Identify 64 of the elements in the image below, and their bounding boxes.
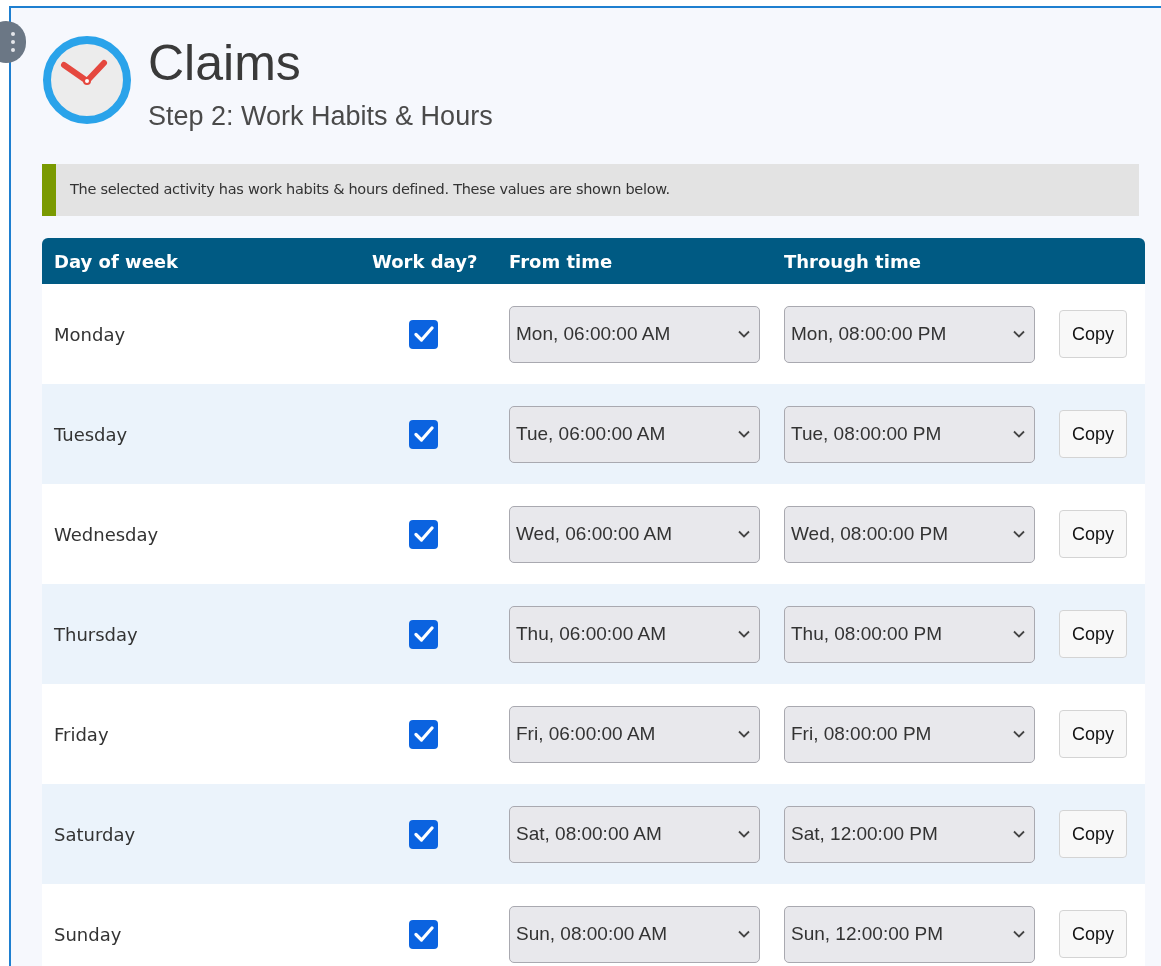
day-name: Thursday	[53, 622, 139, 647]
copy-button[interactable]: Copy	[1059, 510, 1127, 558]
info-message: The selected activity has work habits & hours defined. These values are shown below.	[70, 180, 670, 200]
time-dropdown[interactable]: Mon, 08:00:00 PM	[784, 305, 1035, 363]
chevron-down-icon	[738, 530, 750, 538]
chevron-down-icon	[1013, 330, 1025, 338]
time-dropdown[interactable]: Tue, 06:00:00 AM	[509, 405, 760, 463]
time-dropdown[interactable]: Wed, 08:00:00 PM	[784, 505, 1035, 563]
checkmark-icon	[413, 326, 434, 342]
copy-button[interactable]: Copy	[1059, 610, 1127, 658]
column-header: Work day?	[371, 249, 479, 274]
more-icon	[11, 31, 15, 53]
checkmark-icon	[413, 526, 434, 542]
checkbox[interactable]	[409, 619, 438, 649]
checkbox[interactable]	[409, 719, 438, 749]
chevron-down-icon	[738, 430, 750, 438]
chevron-down-icon	[1013, 730, 1025, 738]
time-dropdown[interactable]: Sat, 08:00:00 AM	[509, 805, 760, 863]
chevron-down-icon	[1013, 830, 1025, 838]
day-name: Tuesday	[53, 422, 129, 447]
column-header: Through time	[783, 249, 922, 274]
checkbox[interactable]	[409, 919, 438, 949]
time-dropdown[interactable]: Tue, 08:00:00 PM	[784, 405, 1035, 463]
column-header: Day of week	[53, 249, 179, 274]
day-name: Saturday	[53, 822, 137, 847]
checkbox[interactable]	[409, 319, 438, 349]
copy-button[interactable]: Copy	[1059, 410, 1127, 458]
page-title: Claims	[148, 34, 302, 92]
checkmark-icon	[413, 626, 434, 642]
day-name: Monday	[53, 322, 127, 347]
copy-button[interactable]: Copy	[1059, 310, 1127, 358]
checkbox[interactable]	[409, 819, 438, 849]
chevron-down-icon	[1013, 530, 1025, 538]
checkbox[interactable]	[409, 519, 438, 549]
checkmark-icon	[413, 926, 434, 942]
chevron-down-icon	[738, 630, 750, 638]
time-dropdown[interactable]: Fri, 06:00:00 AM	[509, 705, 760, 763]
chevron-down-icon	[738, 730, 750, 738]
time-dropdown[interactable]: Thu, 06:00:00 AM	[509, 605, 760, 663]
chevron-down-icon	[738, 830, 750, 838]
chevron-down-icon	[738, 930, 750, 938]
chevron-down-icon	[1013, 430, 1025, 438]
copy-button[interactable]: Copy	[1059, 710, 1127, 758]
checkbox[interactable]	[409, 419, 438, 449]
chevron-down-icon	[1013, 630, 1025, 638]
day-name: Friday	[53, 722, 110, 747]
column-header: From time	[508, 249, 614, 274]
time-dropdown[interactable]: Mon, 06:00:00 AM	[509, 305, 760, 363]
chevron-down-icon	[1013, 930, 1025, 938]
checkmark-icon	[413, 826, 434, 842]
time-dropdown[interactable]: Sun, 08:00:00 AM	[509, 905, 760, 963]
day-name: Wednesday	[53, 522, 160, 547]
day-name: Sunday	[53, 922, 123, 947]
copy-button[interactable]: Copy	[1059, 810, 1127, 858]
time-dropdown[interactable]: Thu, 08:00:00 PM	[784, 605, 1035, 663]
time-dropdown[interactable]: Fri, 08:00:00 PM	[784, 705, 1035, 763]
time-dropdown[interactable]: Sat, 12:00:00 PM	[784, 805, 1035, 863]
time-dropdown[interactable]: Sun, 12:00:00 PM	[784, 905, 1035, 963]
checkmark-icon	[413, 426, 434, 442]
copy-button[interactable]: Copy	[1059, 910, 1127, 958]
page-subtitle: Step 2: Work Habits & Hours	[148, 100, 493, 133]
time-dropdown[interactable]: Wed, 06:00:00 AM	[509, 505, 760, 563]
chevron-down-icon	[738, 330, 750, 338]
checkmark-icon	[413, 726, 434, 742]
